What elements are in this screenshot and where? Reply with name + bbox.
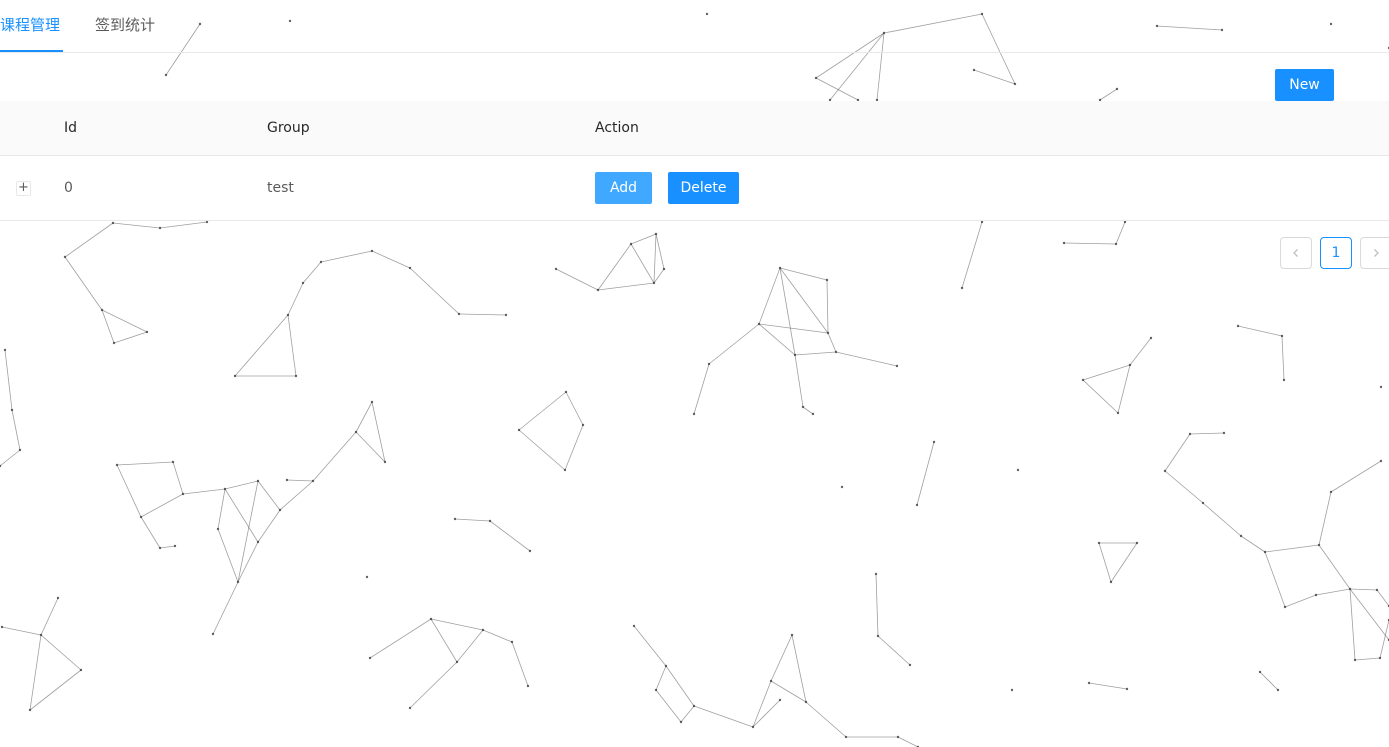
new-button[interactable]: New	[1275, 69, 1334, 101]
column-header-group: Group	[267, 120, 310, 136]
tab-active-indicator	[0, 50, 63, 52]
cell-id: 0	[64, 180, 73, 196]
expand-row-icon[interactable]: +	[16, 181, 31, 196]
pagination-page-1[interactable]: 1	[1320, 237, 1352, 269]
tab-attendance-statistics[interactable]: 签到统计	[95, 0, 155, 52]
add-button[interactable]: Add	[595, 172, 652, 204]
table-row: + 0 test Add Delete	[0, 156, 1389, 221]
cell-group: test	[267, 180, 294, 196]
chevron-right-icon	[1374, 249, 1379, 257]
tab-course-management[interactable]: 课程管理	[0, 0, 60, 52]
app-root: 课程管理 签到统计 New Id Group Action + 0 test A…	[0, 0, 1389, 747]
table-header: Id Group Action	[0, 101, 1389, 156]
pagination-prev-button[interactable]	[1280, 237, 1312, 269]
delete-button[interactable]: Delete	[668, 172, 739, 204]
chevron-left-icon	[1293, 249, 1298, 257]
column-header-id: Id	[64, 120, 78, 136]
tab-bar: 课程管理 签到统计	[0, 0, 1389, 53]
pagination-next-button[interactable]	[1360, 237, 1389, 269]
column-header-action: Action	[595, 120, 639, 136]
group-table: Id Group Action + 0 test Add Delete	[0, 101, 1389, 221]
